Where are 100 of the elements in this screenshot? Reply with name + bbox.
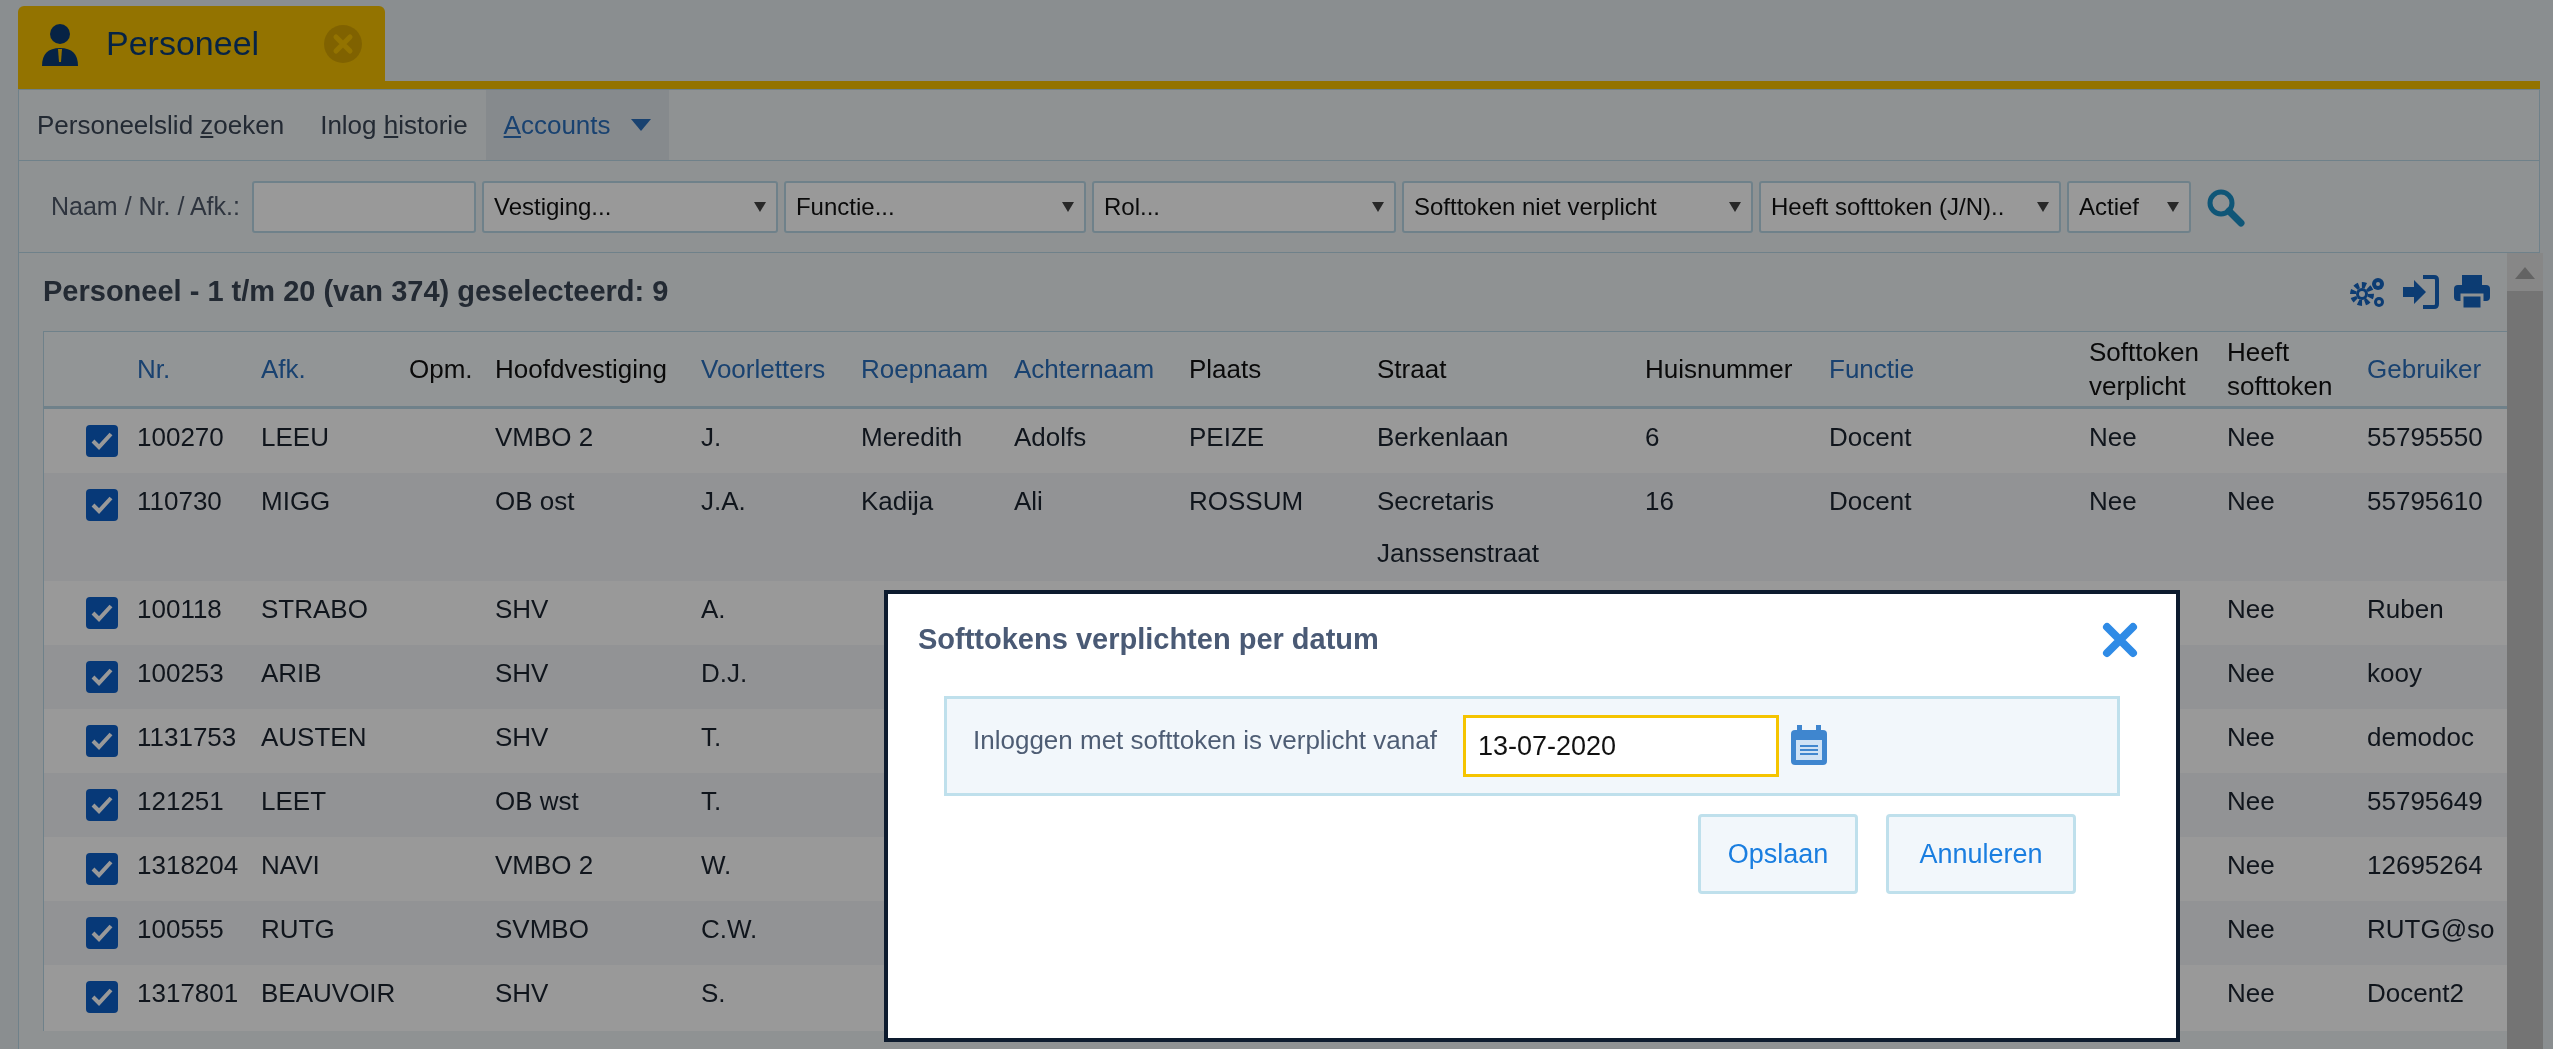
- table-cell: A.: [701, 594, 726, 624]
- scrollbar[interactable]: [2507, 253, 2543, 1049]
- caret-icon: [1728, 201, 1741, 212]
- column-header: Straat: [1377, 353, 1447, 386]
- table-cell: ARIB: [261, 658, 322, 688]
- table-cell: D.J.: [701, 658, 748, 688]
- column-header: Heeft softtoken: [2227, 336, 2334, 403]
- table-cell: Nee: [2227, 978, 2275, 1008]
- table-cell: Docent2: [2367, 978, 2464, 1008]
- checkbox[interactable]: [86, 489, 118, 521]
- dialog-title: Softtokens verplichten per datum: [918, 622, 1379, 658]
- table-cell: SHV: [495, 722, 549, 752]
- column-header[interactable]: Nr.: [137, 352, 171, 386]
- filter-dropdown[interactable]: Vestiging...: [481, 180, 778, 233]
- table-cell: Nee: [2089, 486, 2137, 516]
- table-cell: 100555: [137, 914, 224, 944]
- table-cell: 16: [1645, 486, 1674, 516]
- search-field[interactable]: [251, 180, 476, 233]
- table-cell: Nee: [2227, 786, 2275, 816]
- checkbox[interactable]: [86, 981, 118, 1013]
- dialog-button[interactable]: Opslaan: [1698, 814, 1858, 894]
- table-cell: LEET: [261, 786, 327, 816]
- caret-icon: [2036, 201, 2049, 212]
- filter-dropdown[interactable]: Rol...: [1091, 180, 1396, 233]
- filter-dropdown[interactable]: Functie...: [783, 180, 1086, 233]
- table-cell: ROSSUM: [1189, 486, 1304, 516]
- table-cell: kooy: [2367, 658, 2422, 688]
- print-icon[interactable]: [2453, 274, 2491, 310]
- table-cell: VMBO 2: [495, 850, 594, 880]
- table-cell: 6: [1645, 422, 1660, 452]
- column-header: Opm.: [409, 353, 473, 386]
- table-cell: 1131753: [137, 722, 237, 752]
- filter-dropdown[interactable]: Softtoken niet verplicht: [1401, 180, 1753, 233]
- checkbox[interactable]: [86, 425, 118, 457]
- checkbox[interactable]: [86, 725, 118, 757]
- table-cell: J.A.: [701, 486, 746, 516]
- table-cell: C.W.: [701, 914, 758, 944]
- table-cell: demodoc: [2367, 722, 2474, 752]
- dialog-button[interactable]: Annuleren: [1886, 814, 2076, 894]
- table-cell: SHV: [495, 978, 549, 1008]
- table-cell: 12695264: [2367, 850, 2483, 880]
- table-cell: OB wst: [495, 786, 579, 816]
- column-header: Softtoken verplicht: [2089, 336, 2200, 403]
- table-cell: Secretaris Janssenstraat: [1377, 486, 1539, 568]
- sign-in-icon[interactable]: [2401, 274, 2439, 310]
- checkbox[interactable]: [86, 853, 118, 885]
- main-tab[interactable]: Personeel: [18, 6, 385, 81]
- table-cell: STRABO: [261, 594, 368, 624]
- table-cell: W.: [701, 850, 732, 880]
- table-cell: RUTG@so: [2367, 914, 2495, 944]
- list-heading: Personeel - 1 t/m 20 (van 374) geselecteerd: 9: [43, 274, 669, 310]
- table-cell: Adolfs: [1014, 422, 1087, 452]
- checkbox[interactable]: [86, 661, 118, 693]
- column-header[interactable]: Functie: [1829, 352, 1915, 386]
- column-header: Plaats: [1189, 353, 1262, 386]
- table-cell: AUSTEN: [261, 722, 367, 752]
- checkbox[interactable]: [86, 917, 118, 949]
- table-cell: Nee: [2227, 658, 2275, 688]
- checkbox[interactable]: [86, 597, 118, 629]
- table-cell: LEEU: [261, 422, 329, 452]
- column-header: Huisnummer: [1645, 353, 1793, 386]
- table-cell: PEIZE: [1189, 422, 1265, 452]
- search-label: Naam / Nr. / Afk.:: [51, 190, 240, 222]
- column-header[interactable]: Afk.: [261, 352, 306, 386]
- column-header[interactable]: Voorletters: [701, 352, 826, 386]
- nav-tab[interactable]: Accounts: [485, 90, 669, 160]
- caret-icon: [1371, 201, 1384, 212]
- table-cell: 100118: [137, 594, 222, 624]
- checkbox[interactable]: [86, 789, 118, 821]
- filter-dropdown[interactable]: Heeft softtoken (J/N)..: [1758, 180, 2061, 233]
- person-icon: [40, 21, 80, 66]
- filter-dropdown[interactable]: Actief: [2066, 180, 2191, 233]
- table-cell: T.: [701, 722, 722, 752]
- column-header[interactable]: Gebruiker: [2367, 352, 2482, 386]
- table-cell: Nee: [2227, 850, 2275, 880]
- table-cell: Ali: [1014, 486, 1043, 516]
- field-label: Inloggen met softtoken is verplicht vanaf: [973, 724, 1437, 757]
- nav-tab[interactable]: Personeelslid zoeken: [19, 90, 303, 160]
- calendar-icon[interactable]: [1788, 725, 1829, 767]
- table-cell: BEAUVOIR: [261, 978, 396, 1008]
- nav-tab[interactable]: Inlog historie: [302, 90, 486, 160]
- close-icon[interactable]: [2102, 622, 2138, 658]
- table-cell: Nee: [2227, 486, 2275, 516]
- caret-icon: [2166, 201, 2179, 212]
- table-cell: Nee: [2089, 422, 2137, 452]
- column-header[interactable]: Roepnaam: [861, 352, 989, 386]
- table-cell: 100253: [137, 658, 224, 688]
- tab-title: Personeel: [106, 23, 260, 64]
- table-cell: 1317801: [137, 978, 239, 1008]
- table-cell: SHV: [495, 594, 549, 624]
- table-cell: J.: [701, 422, 722, 452]
- table-cell: T.: [701, 786, 722, 816]
- column-header: Hoofdvestiging: [495, 353, 667, 386]
- table-cell: SVMBO: [495, 914, 589, 944]
- column-header[interactable]: Achternaam: [1014, 352, 1155, 386]
- table-cell: 110730: [137, 486, 222, 516]
- table-cell: Nee: [2227, 422, 2275, 452]
- date-field[interactable]: 13-07-2020: [1462, 715, 1779, 777]
- table-cell: Berkenlaan: [1377, 422, 1509, 452]
- table-cell: 121251: [137, 786, 224, 816]
